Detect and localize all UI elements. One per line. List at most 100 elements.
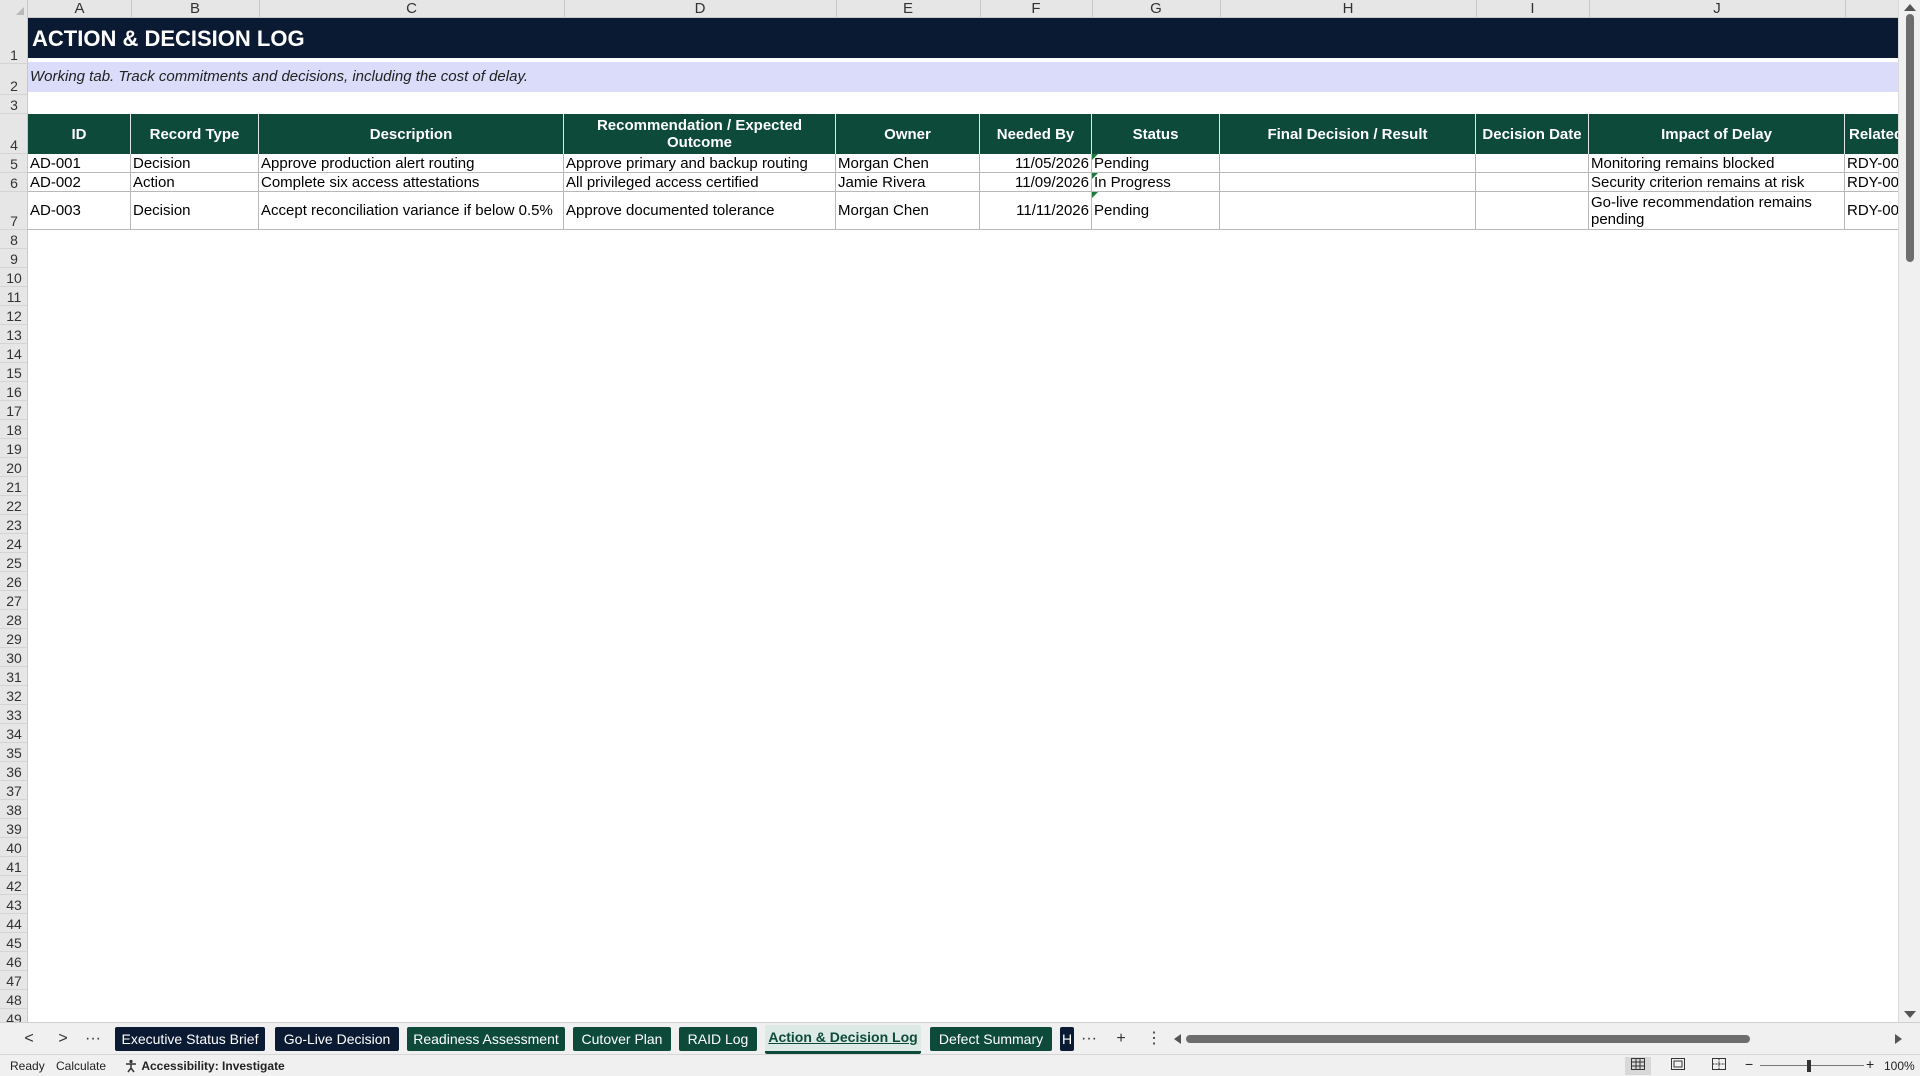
row-header[interactable]: 29 — [0, 629, 27, 648]
cell-decision-date[interactable] — [1476, 173, 1589, 192]
zoom-level[interactable]: 100% — [1884, 1059, 1915, 1073]
column-header-k[interactable] — [1845, 0, 1898, 18]
row-header[interactable]: 39 — [0, 819, 27, 838]
horizontal-scrollbar[interactable] — [1174, 1032, 1902, 1046]
cell-needed-by[interactable]: 11/09/2026 — [980, 173, 1092, 192]
row-header[interactable]: 10 — [0, 268, 27, 287]
sheet-options-button[interactable]: ⋮ — [1143, 1029, 1165, 1049]
cell-recommendation[interactable]: Approve primary and backup routing — [564, 154, 836, 173]
row-header[interactable]: 20 — [0, 458, 27, 477]
cell-final-decision[interactable] — [1220, 173, 1476, 192]
row-header[interactable]: 25 — [0, 553, 27, 572]
column-header-a[interactable]: A — [28, 0, 132, 18]
row-header[interactable]: 5 — [0, 154, 27, 173]
row-header[interactable]: 18 — [0, 420, 27, 439]
cell-owner[interactable]: Jamie Rivera — [836, 173, 980, 192]
row-header[interactable]: 16 — [0, 382, 27, 401]
column-header-i[interactable]: I — [1476, 0, 1590, 18]
header-impact-of-delay[interactable]: Impact of Delay — [1589, 114, 1845, 154]
column-header-d[interactable]: D — [564, 0, 837, 18]
row-header[interactable]: 22 — [0, 496, 27, 515]
accessibility-status[interactable]: Accessibility: Investigate — [124, 1059, 285, 1073]
row-header[interactable]: 14 — [0, 344, 27, 363]
row-header[interactable]: 31 — [0, 667, 27, 686]
cell-recommendation[interactable]: Approve documented tolerance — [564, 192, 836, 230]
cell-impact-of-delay[interactable]: Security criterion remains at risk — [1589, 173, 1845, 192]
row-header[interactable]: 40 — [0, 838, 27, 857]
row-header[interactable]: 37 — [0, 781, 27, 800]
scroll-left-icon[interactable] — [1174, 1034, 1181, 1044]
cell-impact-of-delay[interactable]: Go-live recommendation remains pending — [1589, 192, 1845, 230]
header-id[interactable]: ID — [28, 114, 131, 154]
row-header[interactable]: 47 — [0, 971, 27, 990]
calculate-button[interactable]: Calculate — [56, 1059, 106, 1073]
cell-needed-by[interactable]: 11/05/2026 — [980, 154, 1092, 173]
cell-impact-of-delay[interactable]: Monitoring remains blocked — [1589, 154, 1845, 173]
row-header[interactable]: 1 — [0, 18, 27, 64]
header-status[interactable]: Status — [1092, 114, 1220, 154]
header-description[interactable]: Description — [259, 114, 564, 154]
add-sheet-button[interactable]: + — [1110, 1029, 1132, 1049]
normal-view-button[interactable] — [1625, 1057, 1651, 1075]
cell-record-type[interactable]: Action — [131, 173, 259, 192]
page-break-preview-button[interactable] — [1706, 1057, 1732, 1075]
header-related[interactable]: Related — [1845, 114, 1898, 154]
row-header[interactable]: 48 — [0, 990, 27, 1009]
row-header[interactable]: 9 — [0, 249, 27, 268]
tab-raid-log[interactable]: RAID Log — [679, 1027, 757, 1051]
row-header[interactable]: 42 — [0, 876, 27, 895]
row-header[interactable]: 41 — [0, 857, 27, 876]
row-header[interactable]: 33 — [0, 705, 27, 724]
cell-recommendation[interactable]: All privileged access certified — [564, 173, 836, 192]
page-layout-button[interactable] — [1665, 1057, 1691, 1075]
cell-description[interactable]: Accept reconciliation variance if below … — [259, 192, 564, 230]
cell-decision-date[interactable] — [1476, 154, 1589, 173]
row-header[interactable]: 6 — [0, 173, 27, 192]
column-header-g[interactable]: G — [1092, 0, 1221, 18]
row-header[interactable]: 3 — [0, 95, 27, 114]
column-header-f[interactable]: F — [980, 0, 1093, 18]
vertical-scroll-thumb[interactable] — [1906, 14, 1914, 262]
row-header[interactable]: 36 — [0, 762, 27, 781]
cell-related[interactable]: RDY-00 — [1845, 154, 1898, 173]
cell-id[interactable]: AD-003 — [28, 192, 131, 230]
worksheet-grid[interactable]: ACTION & DECISION LOG Working tab. Track… — [28, 18, 1898, 1022]
row-header[interactable]: 46 — [0, 952, 27, 971]
cell-owner[interactable]: Morgan Chen — [836, 154, 980, 173]
row-header[interactable]: 12 — [0, 306, 27, 325]
cell-status[interactable]: Pending — [1092, 192, 1220, 230]
row-header[interactable]: 30 — [0, 648, 27, 667]
tab-prev-button[interactable]: < — [18, 1029, 40, 1049]
row-header[interactable]: 43 — [0, 895, 27, 914]
row-header[interactable]: 7 — [0, 192, 27, 230]
header-decision-date[interactable]: Decision Date — [1476, 114, 1589, 154]
scroll-down-icon[interactable] — [1904, 1011, 1916, 1018]
column-header-j[interactable]: J — [1589, 0, 1846, 18]
row-header[interactable]: 45 — [0, 933, 27, 952]
scroll-right-icon[interactable] — [1895, 1034, 1902, 1044]
header-needed-by[interactable]: Needed By — [980, 114, 1092, 154]
tab-readiness-assessment[interactable]: Readiness Assessment — [407, 1027, 565, 1051]
tab-more-right-button[interactable]: ··· — [1078, 1029, 1100, 1049]
row-header[interactable]: 4 — [0, 114, 27, 154]
row-header[interactable]: 24 — [0, 534, 27, 553]
cell-owner[interactable]: Morgan Chen — [836, 192, 980, 230]
tab-action-decision-log[interactable]: Action & Decision Log — [765, 1025, 921, 1054]
cell-record-type[interactable]: Decision — [131, 154, 259, 173]
zoom-in-button[interactable]: + — [1866, 1057, 1874, 1071]
row-header[interactable]: 11 — [0, 287, 27, 306]
tab-go-live-decision[interactable]: Go-Live Decision — [275, 1027, 399, 1051]
cell-description[interactable]: Complete six access attestations — [259, 173, 564, 192]
row-header[interactable]: 15 — [0, 363, 27, 382]
header-recommendation[interactable]: Recommendation / Expected Outcome — [564, 114, 836, 154]
scroll-up-icon[interactable] — [1904, 4, 1916, 11]
zoom-slider-track[interactable] — [1760, 1065, 1864, 1066]
tab-defect-summary[interactable]: Defect Summary — [930, 1027, 1052, 1051]
row-header[interactable]: 35 — [0, 743, 27, 762]
tab-executive-status-brief[interactable]: Executive Status Brief — [115, 1027, 265, 1051]
row-header[interactable]: 19 — [0, 439, 27, 458]
column-header-b[interactable]: B — [131, 0, 260, 18]
cell-final-decision[interactable] — [1220, 154, 1476, 173]
tab-cutover-plan[interactable]: Cutover Plan — [573, 1027, 671, 1051]
row-header[interactable]: 44 — [0, 914, 27, 933]
